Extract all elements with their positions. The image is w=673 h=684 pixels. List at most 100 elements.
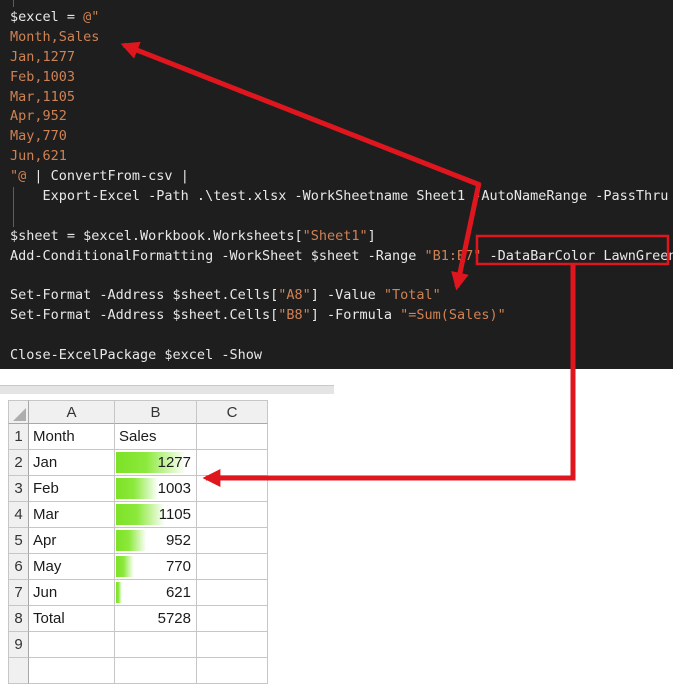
- cell-a5[interactable]: Apr: [29, 528, 115, 554]
- code-line: $excel = @": [10, 8, 673, 28]
- cell-b[interactable]: [115, 658, 197, 684]
- code-segment: -DataBarColor LawnGreen: [481, 248, 673, 264]
- cell-a7[interactable]: Jun: [29, 580, 115, 606]
- sheet-row: 4Mar 1105: [8, 502, 268, 528]
- row-header[interactable]: 2: [8, 450, 29, 476]
- cell-a9[interactable]: [29, 632, 115, 658]
- cell-a6[interactable]: May: [29, 554, 115, 580]
- cell-b7[interactable]: 621: [115, 580, 197, 606]
- cell-text: 1003: [158, 480, 191, 497]
- cell-c1[interactable]: [197, 424, 268, 450]
- code-segment: $excel =: [10, 9, 83, 25]
- cell-a4[interactable]: Mar: [29, 502, 115, 528]
- cell-c7[interactable]: [197, 580, 268, 606]
- code-segment: Jun,621: [10, 148, 67, 164]
- row-header[interactable]: 6: [8, 554, 29, 580]
- code-segment: ] -Value: [311, 287, 384, 303]
- cell-b6[interactable]: 770: [115, 554, 197, 580]
- green-data-bar: [116, 478, 159, 499]
- code-segment: Feb,1003: [10, 69, 75, 85]
- row-header[interactable]: 7: [8, 580, 29, 606]
- cell-text: 1277: [158, 454, 191, 471]
- code-line: $sheet = $excel.Workbook.Worksheets["She…: [10, 227, 673, 247]
- code-segment: "B1:B7": [425, 248, 482, 264]
- code-segment: Set-Format -Address $sheet.Cells[: [10, 287, 278, 303]
- cell-a[interactable]: [29, 658, 115, 684]
- powershell-code-editor[interactable]: $excel = @"Month,SalesJan,1277Feb,1003Ma…: [0, 0, 673, 369]
- code-line: [10, 326, 673, 346]
- code-segment: Month,Sales: [10, 29, 99, 45]
- code-segment: @": [83, 9, 99, 25]
- cell-b9[interactable]: [115, 632, 197, 658]
- row-header[interactable]: 3: [8, 476, 29, 502]
- code-line: May,770: [10, 127, 673, 147]
- row-header[interactable]: 4: [8, 502, 29, 528]
- column-header-a[interactable]: A: [29, 400, 115, 424]
- cell-b1[interactable]: Sales: [115, 424, 197, 450]
- cell-b8[interactable]: 5728: [115, 606, 197, 632]
- code-segment: $sheet = $excel.Workbook.Worksheets[: [10, 228, 303, 244]
- sheet-row: 5Apr 952: [8, 528, 268, 554]
- green-data-bar: [116, 582, 122, 603]
- cell-b3[interactable]: 1003: [115, 476, 197, 502]
- code-line: Jan,1277: [10, 48, 673, 68]
- code-segment: Export-Excel -Path .\test.xlsx -WorkShee…: [10, 188, 668, 204]
- sheet-row: 6May 770: [8, 554, 268, 580]
- row-header[interactable]: 8: [8, 606, 29, 632]
- code-lines: $excel = @"Month,SalesJan,1277Feb,1003Ma…: [10, 8, 673, 366]
- code-segment: "=Sum(Sales)": [400, 307, 506, 323]
- cell-text: Mar: [33, 506, 59, 523]
- row-header[interactable]: 9: [8, 632, 29, 658]
- cell-text: Apr: [33, 532, 56, 549]
- cell-c[interactable]: [197, 658, 268, 684]
- code-segment: Mar,1105: [10, 89, 75, 105]
- sheet-row: 3Feb 1003: [8, 476, 268, 502]
- select-all-corner[interactable]: [8, 400, 29, 424]
- cell-c9[interactable]: [197, 632, 268, 658]
- cell-text: 770: [166, 558, 191, 575]
- cell-b5[interactable]: 952: [115, 528, 197, 554]
- cell-c2[interactable]: [197, 450, 268, 476]
- cell-text: Jun: [33, 584, 57, 601]
- code-segment: May,770: [10, 128, 67, 144]
- row-header[interactable]: 1: [8, 424, 29, 450]
- cell-c6[interactable]: [197, 554, 268, 580]
- cell-c8[interactable]: [197, 606, 268, 632]
- cell-a3[interactable]: Feb: [29, 476, 115, 502]
- column-header-row: ABC: [8, 400, 268, 424]
- cell-text: May: [33, 558, 61, 575]
- excel-toolbar-strip: [0, 385, 334, 394]
- code-segment: "Sheet1": [303, 228, 368, 244]
- code-line: Close-ExcelPackage $excel -Show: [10, 346, 673, 366]
- code-line: Export-Excel -Path .\test.xlsx -WorkShee…: [10, 187, 673, 207]
- sheet-row: 9: [8, 632, 268, 658]
- cell-c3[interactable]: [197, 476, 268, 502]
- code-segment: "A8": [278, 287, 311, 303]
- code-segment: ]: [368, 228, 376, 244]
- code-segment: Jan,1277: [10, 49, 75, 65]
- code-segment: "@: [10, 168, 26, 184]
- cell-text: Sales: [119, 428, 157, 445]
- code-line: Mar,1105: [10, 88, 673, 108]
- code-segment: | ConvertFrom-csv |: [26, 168, 189, 184]
- cell-c4[interactable]: [197, 502, 268, 528]
- code-segment: Apr,952: [10, 108, 67, 124]
- cell-text: Month: [33, 428, 75, 445]
- column-header-c[interactable]: C: [197, 400, 268, 424]
- code-segment: ] -Formula: [311, 307, 400, 323]
- row-header[interactable]: [8, 658, 29, 684]
- cell-b2[interactable]: 1277: [115, 450, 197, 476]
- code-line: Add-ConditionalFormatting -WorkSheet $sh…: [10, 247, 673, 267]
- cell-a2[interactable]: Jan: [29, 450, 115, 476]
- code-line: [10, 267, 673, 287]
- cell-a8[interactable]: Total: [29, 606, 115, 632]
- code-line: "@ | ConvertFrom-csv |: [10, 167, 673, 187]
- cell-a1[interactable]: Month: [29, 424, 115, 450]
- cell-text: 952: [166, 532, 191, 549]
- select-all-triangle-icon: [13, 408, 26, 421]
- cell-c5[interactable]: [197, 528, 268, 554]
- row-header[interactable]: 5: [8, 528, 29, 554]
- column-header-b[interactable]: B: [115, 400, 197, 424]
- cell-b4[interactable]: 1105: [115, 502, 197, 528]
- excel-worksheet: ABC1MonthSales2Jan12773Feb10034Mar11055A…: [8, 400, 268, 684]
